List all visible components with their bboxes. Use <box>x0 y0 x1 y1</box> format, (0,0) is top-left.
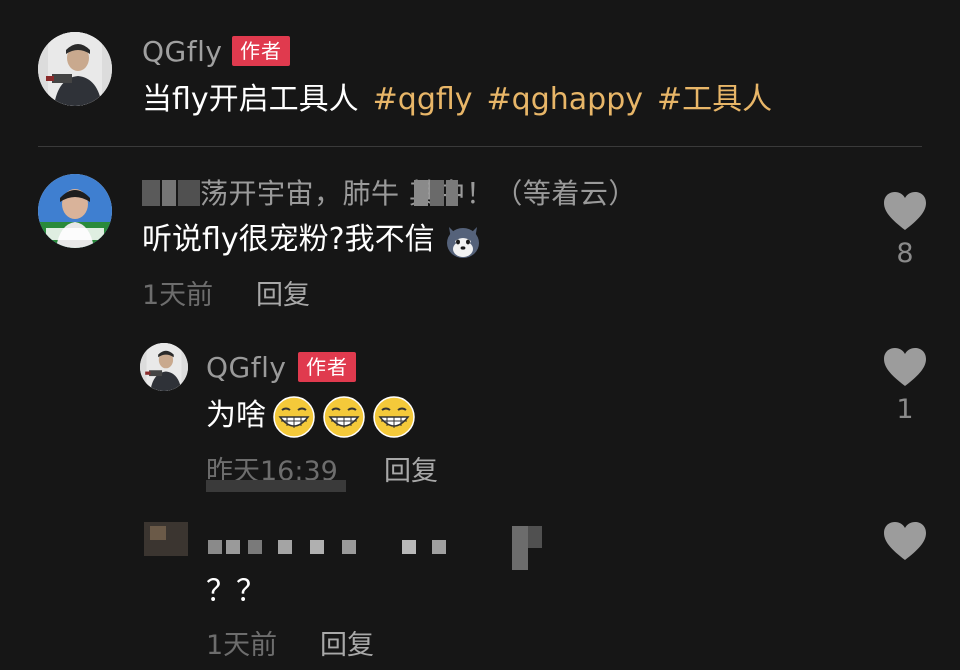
comment-text-content: 听说fly很宠粉?我不信 <box>142 222 435 257</box>
username-mosaic <box>402 540 416 554</box>
author-badge: 作者 <box>232 36 290 66</box>
hashtag-qgfly[interactable]: #qgfly <box>373 82 473 117</box>
comment-text: 听说fly很宠粉?我不信 <box>142 218 485 263</box>
username-mosaic <box>208 540 222 554</box>
username-mosaic <box>528 526 542 548</box>
reply-text: 为啥 <box>206 394 416 439</box>
hashtag-tool-person[interactable]: #工具人 <box>657 82 772 117</box>
reply-button[interactable]: 回复 <box>384 452 438 492</box>
username-mosaic <box>142 180 160 206</box>
comment-time: 1天前 <box>142 280 214 311</box>
reply-time: 1天前 <box>206 630 278 661</box>
username-mosaic <box>342 540 356 554</box>
username-mosaic <box>226 540 240 554</box>
username-mosaic <box>512 526 528 570</box>
caption-text: 当fly开启工具人 <box>142 82 359 117</box>
author-avatar-image <box>38 32 112 106</box>
username-mosaic <box>248 540 262 554</box>
author-avatar[interactable] <box>38 32 112 106</box>
username-mosaic <box>430 180 444 206</box>
username-mosaic <box>178 180 200 206</box>
commenter-avatar[interactable] <box>38 174 112 248</box>
username-mosaic <box>278 540 292 554</box>
author-avatar[interactable] <box>140 343 188 391</box>
heart-icon[interactable] <box>882 190 928 232</box>
username-mosaic <box>432 540 446 554</box>
author-avatar-image <box>140 343 188 391</box>
reply-button[interactable]: 回复 <box>256 276 310 316</box>
reply-text: ？？ <box>206 574 266 609</box>
post-caption: 当fly开启工具人 #qgfly #qghappy #工具人 <box>142 78 772 122</box>
like-count: 1 <box>896 394 914 425</box>
divider <box>38 146 922 147</box>
husky-emoji <box>441 219 485 263</box>
reply-text-content: 为啥 <box>206 398 266 433</box>
grin-emoji <box>272 395 316 439</box>
avatar-mosaic <box>150 526 166 540</box>
hashtag-qghappy[interactable]: #qghappy <box>487 82 643 117</box>
username-mosaic <box>446 180 458 206</box>
heart-icon[interactable] <box>882 520 928 562</box>
commenter-avatar-image <box>38 174 112 248</box>
grin-emoji <box>322 395 366 439</box>
username-mosaic <box>414 180 428 206</box>
like-count: 8 <box>896 238 914 269</box>
reply-button[interactable]: 回复 <box>320 626 374 666</box>
heart-icon[interactable] <box>882 346 928 388</box>
post-author-name[interactable]: QGfly <box>142 32 222 72</box>
username-mosaic <box>310 540 324 554</box>
username-mosaic <box>162 180 176 206</box>
time-mosaic <box>206 480 346 492</box>
reply-author-name[interactable]: QGfly <box>206 348 286 388</box>
author-badge: 作者 <box>298 352 356 382</box>
grin-emoji <box>372 395 416 439</box>
